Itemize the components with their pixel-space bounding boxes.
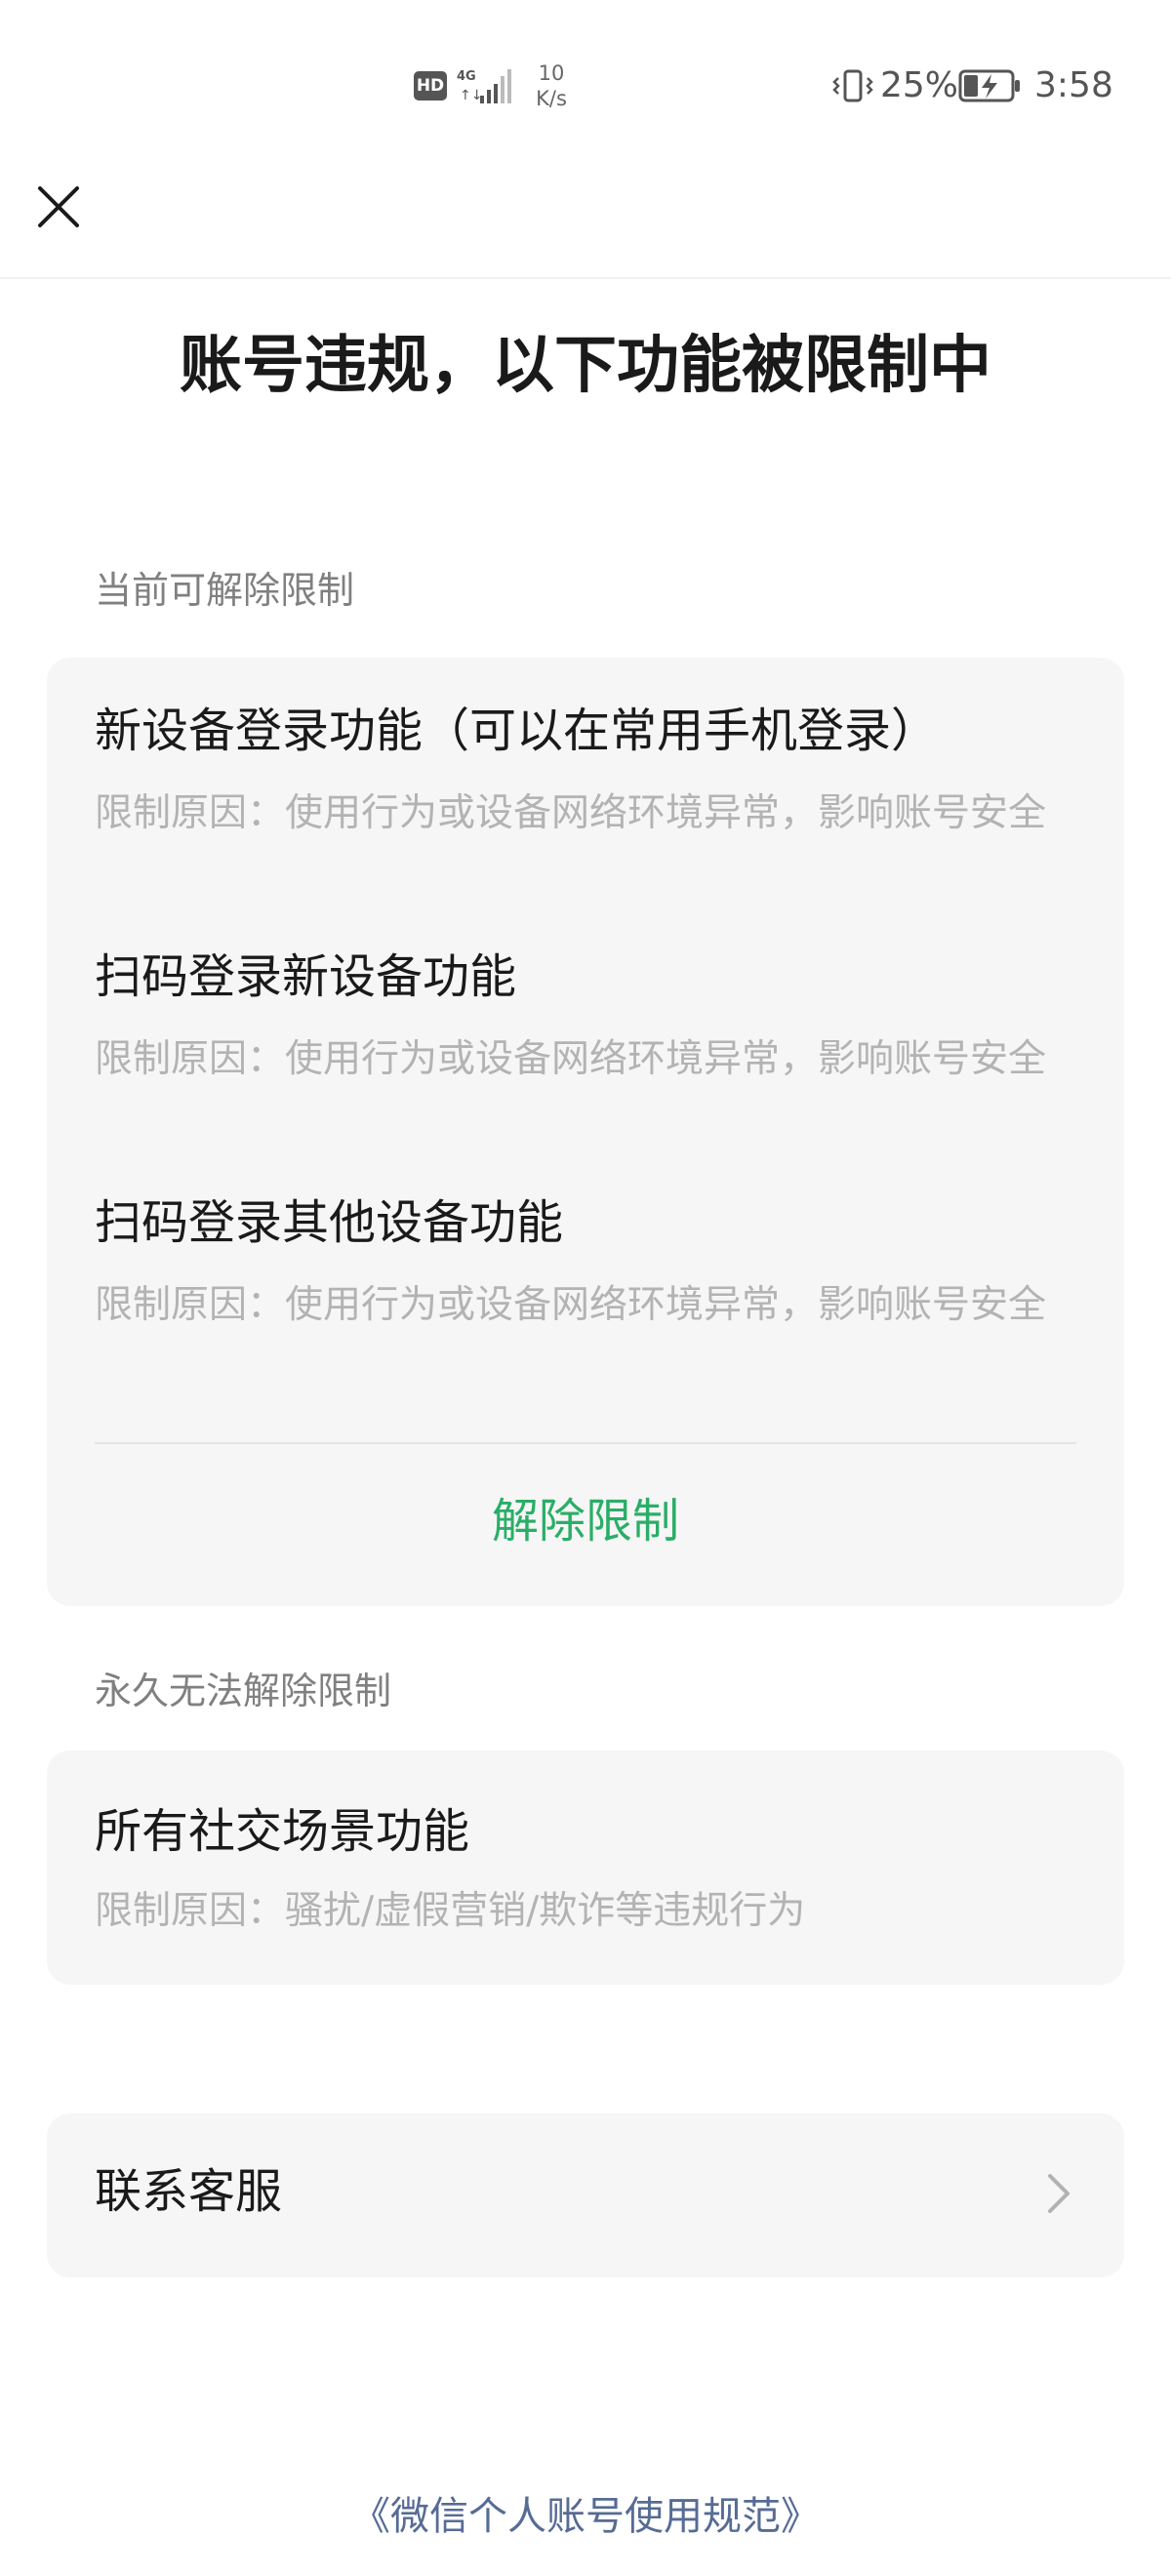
close-button[interactable] (29, 178, 88, 236)
battery-charging-icon (958, 69, 1020, 102)
nav-divider (0, 277, 1171, 279)
close-icon (38, 186, 79, 227)
restriction-title: 新设备登录功能（可以在常用手机登录） (95, 704, 939, 758)
restriction-title: 扫码登录其他设备功能 (95, 1195, 564, 1250)
current-restrictions-card: 新设备登录功能（可以在常用手机登录） 限制原因：使用行为或设备网络环境异常，影响… (47, 658, 1124, 1606)
status-bar: HD 4G ↑↓ 10 K/s 25% 3:58 (0, 0, 1171, 166)
unlock-restrictions-button[interactable]: 解除限制 (47, 1491, 1124, 1551)
hd-badge: HD (414, 71, 447, 101)
restriction-title: 所有社交场景功能 (95, 1804, 470, 1859)
section-label-current: 当前可解除限制 (95, 569, 355, 612)
contact-support-label: 联系客服 (95, 2164, 283, 2219)
usage-policy-link[interactable]: 《微信个人账号使用规范》 (0, 2490, 1171, 2543)
restriction-reason: 限制原因：使用行为或设备网络环境异常，影响账号安全 (95, 1037, 1047, 1081)
card-divider (95, 1442, 1076, 1444)
chevron-right-icon (1048, 2174, 1070, 2213)
contact-support-row[interactable]: 联系客服 (47, 2113, 1124, 2277)
battery-percent: 25% (880, 65, 959, 105)
clock-time: 3:58 (1034, 65, 1113, 105)
page-title: 账号违规，以下功能被限制中 (180, 330, 991, 402)
section-label-permanent: 永久无法解除限制 (95, 1670, 392, 1712)
restriction-title: 扫码登录新设备功能 (95, 949, 517, 1004)
restriction-reason: 限制原因：使用行为或设备网络环境异常，影响账号安全 (95, 1283, 1047, 1327)
svg-text:↑↓: ↑↓ (460, 88, 482, 103)
network-type-label: 4G (457, 69, 476, 84)
network-speed-unit: K/s (536, 87, 567, 110)
restriction-reason: 限制原因：骚扰/虚假营销/欺诈等违规行为 (95, 1889, 806, 1933)
network-speed-value: 10 (538, 61, 565, 85)
permanent-restrictions-card: 所有社交场景功能 限制原因：骚扰/虚假营销/欺诈等违规行为 (47, 1751, 1124, 1985)
vibrate-icon (832, 69, 873, 102)
restriction-reason: 限制原因：使用行为或设备网络环境异常，影响账号安全 (95, 791, 1047, 835)
network-speed: 10 K/s (527, 60, 576, 111)
signal-icon: 4G ↑↓ (457, 69, 511, 103)
